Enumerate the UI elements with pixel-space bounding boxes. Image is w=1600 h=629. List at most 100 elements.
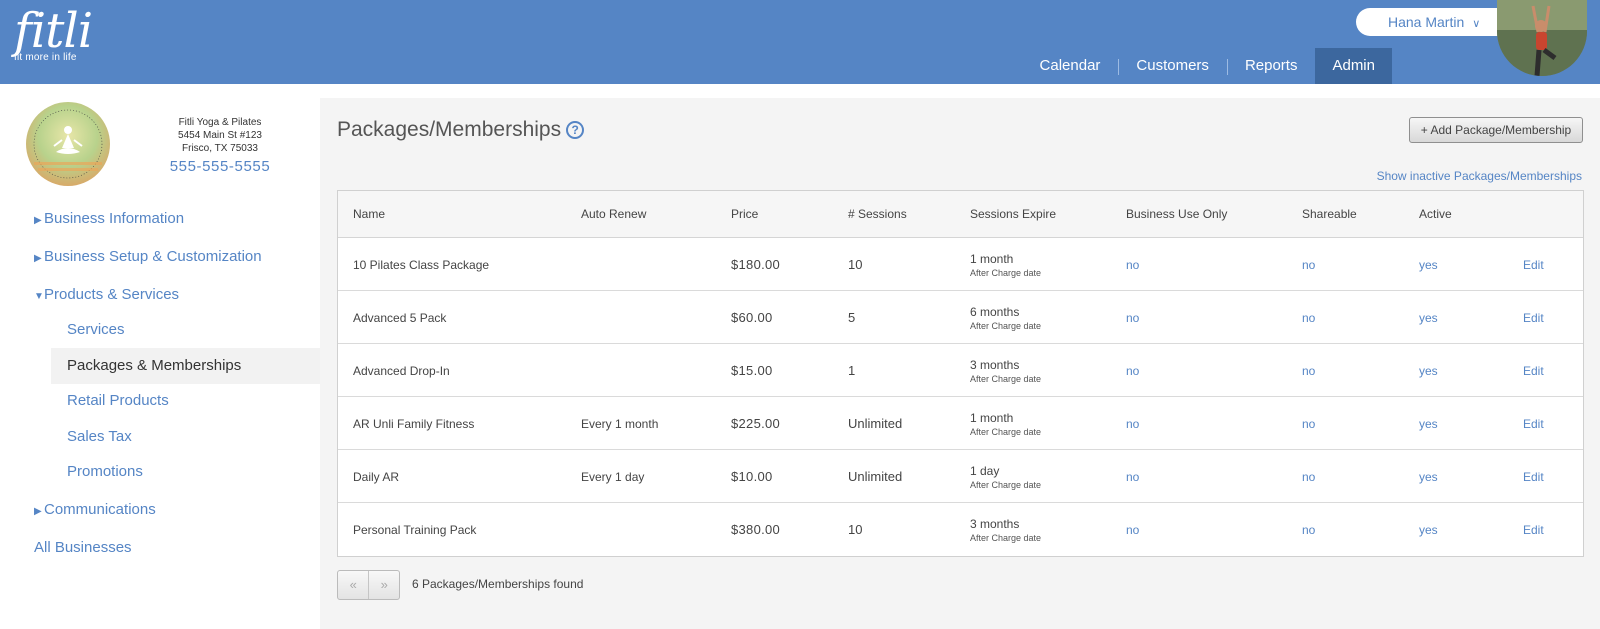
pager-next-button[interactable]: » — [368, 571, 399, 599]
sessions-expire-note: After Charge date — [970, 426, 1042, 437]
sidebar-item-communications[interactable]: ▶ Communications — [34, 501, 156, 518]
cell-shareable[interactable]: no — [1302, 503, 1315, 556]
sidebar-item-packages-memberships[interactable]: Packages & Memberships — [67, 357, 241, 374]
cell-active-text[interactable]: yes — [1419, 470, 1438, 484]
sidebar-item-business-setup[interactable]: ▶ Business Setup & Customization — [34, 248, 262, 265]
edit-link[interactable]: Edit — [1523, 344, 1544, 397]
cell-active-text[interactable]: yes — [1419, 258, 1438, 272]
sessions-expire-note: After Charge date — [970, 267, 1042, 278]
table-row: 10 Pilates Class Package $180.00 10 1 month… — [338, 238, 1583, 291]
caret-down-icon: ▼ — [34, 291, 44, 302]
question-circle-icon[interactable]: ? — [566, 121, 585, 139]
column-header-sessions-expire[interactable]: Sessions Expire — [970, 191, 1056, 238]
cell-shareable[interactable]: no — [1302, 344, 1315, 397]
cell-shareable-text[interactable]: no — [1302, 364, 1315, 378]
pagination: « » — [337, 570, 400, 600]
avatar[interactable] — [1497, 0, 1587, 76]
cell-name-text: Advanced 5 Pack — [353, 310, 447, 325]
edit-link[interactable]: Edit — [1523, 291, 1544, 344]
cell-active-text[interactable]: yes — [1419, 417, 1438, 431]
cell-active-text[interactable]: yes — [1419, 523, 1438, 537]
sidebar-item-retail-products[interactable]: Retail Products — [67, 392, 169, 409]
fitli-logo[interactable]: fitli fit more in life — [14, 4, 93, 63]
table-row: Advanced Drop-In $15.00 1 3 months After Cha… — [338, 344, 1583, 397]
nav-reports[interactable]: Reports — [1226, 48, 1316, 84]
sidebar-item-services[interactable]: Services — [67, 321, 125, 338]
cell-business-use-only-text[interactable]: no — [1126, 311, 1139, 325]
cell-auto-renew-text: Every 1 month — [581, 416, 659, 431]
cell-price-text: $180.00 — [731, 257, 781, 272]
cell-business-use-only-text[interactable]: no — [1126, 523, 1139, 537]
pager-prev-button[interactable]: « — [338, 571, 368, 599]
column-header-business-use-only[interactable]: Business Use Only — [1126, 191, 1227, 238]
sidebar-item-products-services[interactable]: ▼Products & Services — [34, 286, 179, 303]
caret-right-icon: ▶ — [34, 215, 42, 226]
cell-active[interactable]: yes — [1419, 450, 1438, 503]
cell-active-text[interactable]: yes — [1419, 364, 1438, 378]
cell-business-use-only[interactable]: no — [1126, 450, 1139, 503]
cell-shareable-text[interactable]: no — [1302, 417, 1315, 431]
cell-business-use-only[interactable]: no — [1126, 344, 1139, 397]
sidebar-item-promotions[interactable]: Promotions — [67, 463, 143, 480]
cell-business-use-only[interactable]: no — [1126, 397, 1139, 450]
column-header-sessions[interactable]: # Sessions — [848, 191, 907, 238]
cell-shareable-text[interactable]: no — [1302, 470, 1315, 484]
sidebar-item-label: Communications — [44, 501, 156, 518]
cell-shareable-text[interactable]: no — [1302, 311, 1315, 325]
cell-active[interactable]: yes — [1419, 238, 1438, 291]
sidebar-item-sales-tax[interactable]: Sales Tax — [67, 428, 132, 445]
edit-link-text[interactable]: Edit — [1523, 311, 1544, 325]
business-card: Fitli Yoga & Pilates 5454 Main St #123 F… — [20, 98, 320, 188]
cell-sessions-text: 5 — [848, 310, 856, 325]
cell-shareable[interactable]: no — [1302, 238, 1315, 291]
cell-active[interactable]: yes — [1419, 397, 1438, 450]
edit-link[interactable]: Edit — [1523, 450, 1544, 503]
cell-price-text: $225.00 — [731, 416, 781, 431]
edit-link-text[interactable]: Edit — [1523, 417, 1544, 431]
cell-business-use-only[interactable]: no — [1126, 503, 1139, 556]
cell-active[interactable]: yes — [1419, 291, 1438, 344]
edit-link[interactable]: Edit — [1523, 503, 1544, 556]
nav-admin[interactable]: Admin — [1315, 48, 1392, 84]
edit-link-text[interactable]: Edit — [1523, 470, 1544, 484]
cell-active[interactable]: yes — [1419, 344, 1438, 397]
column-header-auto-renew[interactable]: Auto Renew — [581, 191, 646, 238]
nav-customers[interactable]: Customers — [1118, 48, 1227, 84]
cell-business-use-only-text[interactable]: no — [1126, 470, 1139, 484]
cell-business-use-only[interactable]: no — [1126, 238, 1139, 291]
column-header-shareable[interactable]: Shareable — [1302, 191, 1357, 238]
main-panel: Packages/Memberships ? + Add Package/Mem… — [320, 98, 1600, 629]
cell-business-use-only-text[interactable]: no — [1126, 258, 1139, 272]
cell-shareable[interactable]: no — [1302, 450, 1315, 503]
sidebar-item-business-information[interactable]: ▶ Business Information — [34, 210, 184, 227]
cell-shareable-text[interactable]: no — [1302, 258, 1315, 272]
nav-calendar[interactable]: Calendar — [1022, 48, 1119, 84]
add-package-membership-button[interactable]: + Add Package/Membership — [1409, 117, 1583, 143]
main-nav: Calendar Customers Reports Admin — [1022, 48, 1392, 84]
column-header-name[interactable]: Name — [353, 191, 385, 238]
edit-link[interactable]: Edit — [1523, 397, 1544, 450]
cell-business-use-only-text[interactable]: no — [1126, 417, 1139, 431]
cell-sessions-expire: 1 month After Charge date — [970, 397, 1041, 450]
cell-shareable-text[interactable]: no — [1302, 523, 1315, 537]
cell-active[interactable]: yes — [1419, 503, 1438, 556]
cell-sessions: 5 — [848, 291, 855, 344]
edit-link-text[interactable]: Edit — [1523, 364, 1544, 378]
edit-link-text[interactable]: Edit — [1523, 258, 1544, 272]
column-header-price[interactable]: Price — [731, 191, 758, 238]
edit-link[interactable]: Edit — [1523, 238, 1544, 291]
edit-link-text[interactable]: Edit — [1523, 523, 1544, 537]
cell-auto-renew-text: Every 1 day — [581, 469, 645, 484]
cell-shareable[interactable]: no — [1302, 397, 1315, 450]
cell-price: $10.00 — [731, 450, 773, 503]
cell-name-text: Personal Training Pack — [353, 522, 477, 537]
cell-business-use-only[interactable]: no — [1126, 291, 1139, 344]
cell-business-use-only-text[interactable]: no — [1126, 364, 1139, 378]
sidebar-item-all-businesses[interactable]: All Businesses — [34, 539, 132, 556]
cell-shareable[interactable]: no — [1302, 291, 1315, 344]
cell-active-text[interactable]: yes — [1419, 311, 1438, 325]
cell-sessions-expire-text: 6 months — [970, 304, 1020, 319]
show-inactive-link[interactable]: Show inactive Packages/Memberships — [1368, 169, 1582, 183]
cell-name: Advanced 5 Pack — [353, 291, 446, 344]
column-header-active[interactable]: Active — [1419, 191, 1452, 238]
